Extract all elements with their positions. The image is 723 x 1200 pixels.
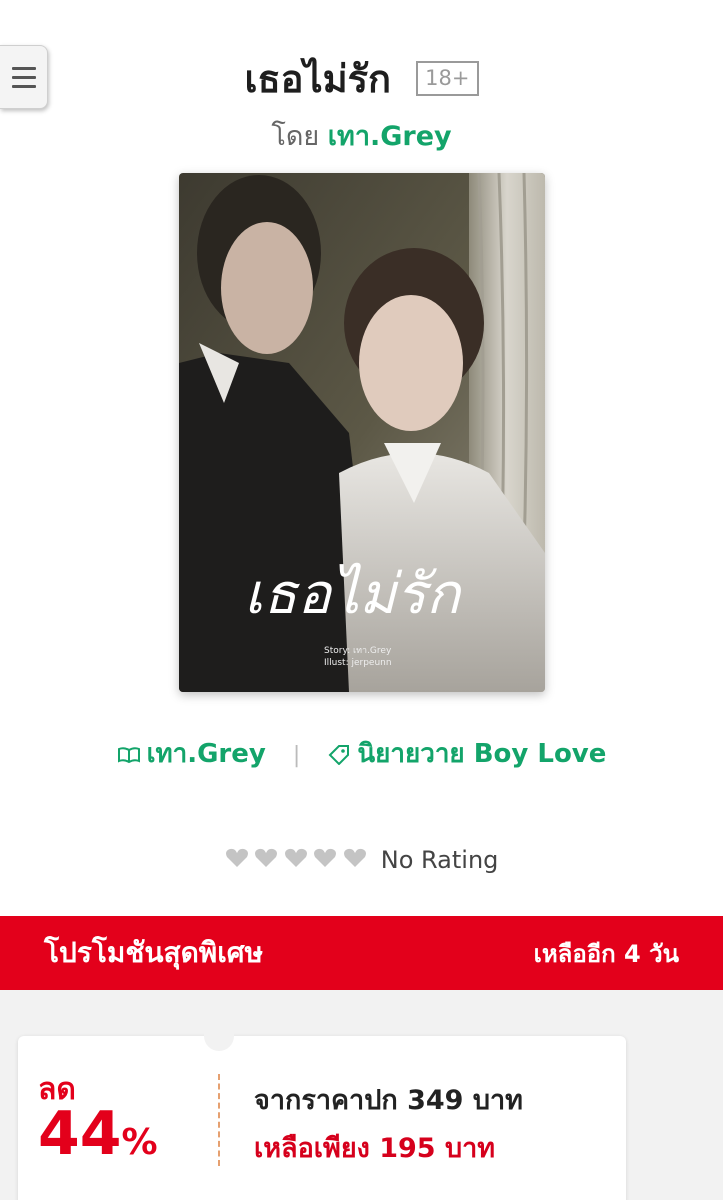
cover-illustration: เธอไม่รัก Story: เทา.Grey Illust: jerpeu… xyxy=(179,173,545,692)
discount-coupon[interactable]: ลด 44% จากราคาปก 349 บาท เหลือเพียง 195 … xyxy=(18,1021,626,1200)
cover-story-credit: Story: เทา.Grey xyxy=(324,646,392,656)
tag-icon xyxy=(328,745,350,766)
author-meta-label: เทา.Grey xyxy=(146,739,266,769)
promo-title: โปรโมชันสุดพิเศษ xyxy=(44,936,264,969)
heart-icon xyxy=(255,848,278,867)
author-meta-link[interactable]: เทา.Grey xyxy=(117,739,275,769)
category-label: นิยายวาย Boy Love xyxy=(357,739,607,769)
rating-hearts xyxy=(225,846,367,874)
rating-text: No Rating xyxy=(380,846,499,874)
rating-row: No Rating xyxy=(0,845,723,874)
meta-row: เทา.Grey | นิยายวาย Boy Love xyxy=(0,733,723,774)
promo-area: ลด 44% จากราคาปก 349 บาท เหลือเพียง 195 … xyxy=(0,990,723,1200)
cover-title: เธอไม่รัก xyxy=(244,562,463,627)
meta-separator: | xyxy=(292,743,301,768)
title-row: เธอไม่รัก 18+ xyxy=(0,48,723,109)
heart-icon xyxy=(314,848,337,867)
sale-price: เหลือเพียง 195 บาท xyxy=(254,1133,496,1164)
book-title: เธอไม่รัก xyxy=(244,57,392,101)
cover-illust-credit: Illust: jerpeunn xyxy=(324,658,392,668)
coupon-divider xyxy=(218,1074,220,1166)
coupon-notch xyxy=(204,1021,234,1051)
heart-icon xyxy=(344,848,367,867)
discount-number: 44 xyxy=(38,1099,122,1169)
promo-banner: โปรโมชันสุดพิเศษ เหลืออีก 4 วัน xyxy=(0,916,723,990)
heart-icon xyxy=(284,848,307,867)
discount-value: 44% xyxy=(38,1098,158,1179)
category-link[interactable]: นิยายวาย Boy Love xyxy=(327,739,606,769)
discount-unit: % xyxy=(121,1122,158,1163)
author-row: โดย เทา.Grey xyxy=(0,114,723,157)
book-icon xyxy=(117,747,140,764)
author-link[interactable]: เทา.Grey xyxy=(328,121,452,152)
by-label: โดย xyxy=(271,121,320,152)
book-cover[interactable]: เธอไม่รัก Story: เทา.Grey Illust: jerpeu… xyxy=(179,173,545,692)
heart-icon xyxy=(225,848,248,867)
promo-remaining-days: เหลืออีก 4 วัน xyxy=(533,939,679,968)
age-rating-badge: 18+ xyxy=(416,61,479,96)
original-price: จากราคาปก 349 บาท xyxy=(254,1085,523,1116)
